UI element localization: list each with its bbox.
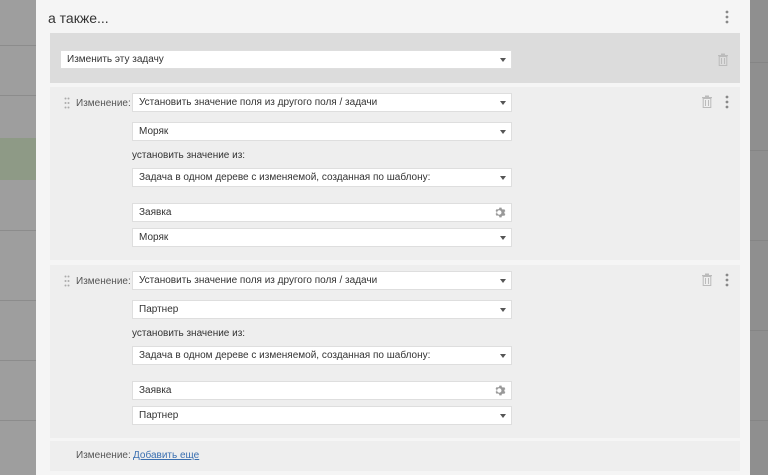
chevron-down-icon [500,130,506,134]
source-select[interactable]: Задача в одном дереве с изменяемой, созд… [132,346,512,365]
source-value: Задача в одном дереве с изменяемой, созд… [139,350,431,361]
gear-icon[interactable] [494,384,507,397]
trash-icon[interactable] [717,53,729,66]
chevron-down-icon [500,308,506,312]
field-select[interactable]: Партнер [132,300,512,319]
background-highlight [0,138,36,180]
change-label: Изменение: [76,98,131,109]
field-value: Моряк [139,126,169,137]
trash-icon[interactable] [701,273,713,286]
chevron-down-icon [500,101,506,105]
change-block-1: Изменение: Установить значение поля из д… [50,87,740,260]
template-value: Заявка [139,207,172,218]
source-field-value: Партнер [139,410,179,421]
source-label: установить значение из: [132,150,246,161]
chevron-down-icon [500,414,506,418]
change-label: Изменение: [76,276,131,287]
top-action-select[interactable]: Изменить эту задачу [60,50,512,69]
gear-icon[interactable] [494,206,507,219]
background-page-left [0,0,36,475]
source-field-value: Моряк [139,232,169,243]
background-page-right [750,0,768,475]
source-field-select[interactable]: Моряк [132,228,512,247]
field-value: Партнер [139,304,179,315]
template-input[interactable]: Заявка [132,381,512,400]
template-value: Заявка [139,385,172,396]
change-label: Изменение: [76,450,131,461]
action-select[interactable]: Установить значение поля из другого поля… [132,271,512,290]
also-panel: а также... Изменить эту задачу Изменение… [36,0,750,475]
drag-handle-icon[interactable] [64,275,70,287]
kebab-icon[interactable] [722,10,732,24]
change-block-2: Изменение: Установить значение поля из д… [50,265,740,438]
drag-handle-icon[interactable] [64,97,70,109]
action-value: Установить значение поля из другого поля… [139,275,378,286]
add-more-link[interactable]: Добавить еще [133,450,199,461]
trash-icon[interactable] [701,95,713,108]
add-change-row: Изменение: Добавить еще [50,441,740,471]
source-value: Задача в одном дереве с изменяемой, созд… [139,172,431,183]
source-label: установить значение из: [132,328,246,339]
action-value: Установить значение поля из другого поля… [139,97,378,108]
chevron-down-icon [500,354,506,358]
top-action-block: Изменить эту задачу [50,33,740,83]
chevron-down-icon [500,58,506,62]
panel-title: а также... [48,10,109,26]
source-select[interactable]: Задача в одном дереве с изменяемой, созд… [132,168,512,187]
chevron-down-icon [500,176,506,180]
kebab-icon[interactable] [722,95,732,109]
source-field-select[interactable]: Партнер [132,406,512,425]
kebab-icon[interactable] [722,273,732,287]
chevron-down-icon [500,236,506,240]
chevron-down-icon [500,279,506,283]
top-action-value: Изменить эту задачу [67,54,164,65]
action-select[interactable]: Установить значение поля из другого поля… [132,93,512,112]
template-input[interactable]: Заявка [132,203,512,222]
field-select[interactable]: Моряк [132,122,512,141]
